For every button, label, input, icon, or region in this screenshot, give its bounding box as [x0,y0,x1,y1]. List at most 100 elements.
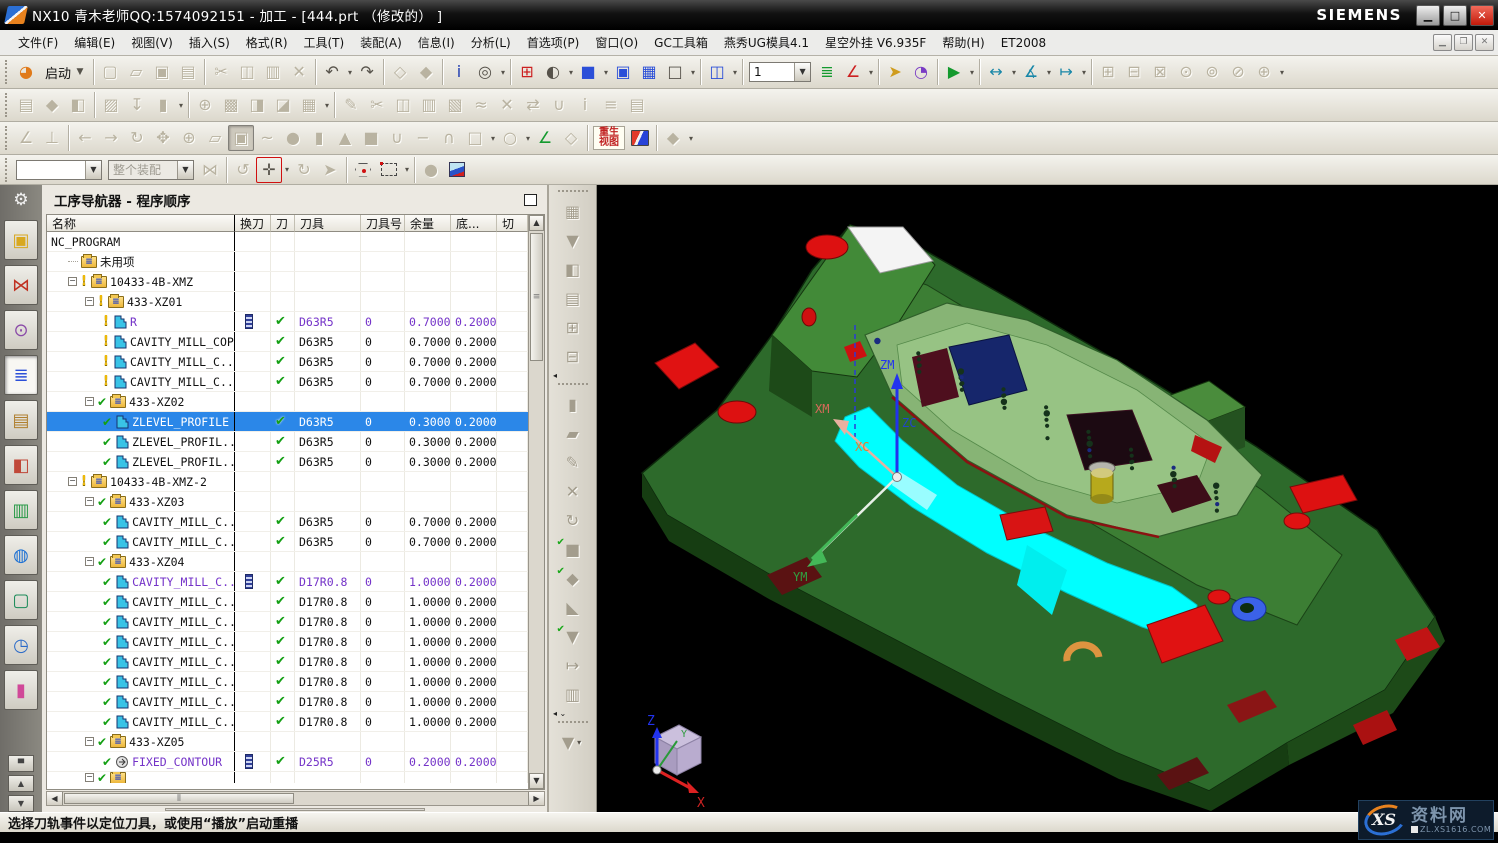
confirm-cut-icon[interactable]: ▼✔ [554,622,592,651]
process-studio-icon[interactable]: ◧ [4,445,38,485]
cut-area-icon[interactable]: ◣ [554,593,592,622]
table-row[interactable]: NC_PROGRAM [47,232,528,252]
pan-view-icon[interactable]: ✥ [150,125,176,151]
close-button[interactable]: ✕ [1470,5,1494,26]
fit-view-icon[interactable]: ⊞ [514,59,540,85]
toolbar-grip[interactable] [5,93,9,117]
hscroll-thumb[interactable]: ⦀ [64,793,294,804]
vertical-scrollbar[interactable]: ▲ ≡ ▼ [528,215,544,789]
cut-object-icon[interactable]: ✂ [364,92,390,118]
object-properties-icon[interactable]: ▤ [624,92,650,118]
work-cube-icon-dropdown[interactable]: ▾ [687,134,695,143]
table-row[interactable]: ✔FIXED_CONTOUR ✔ D25R5 0 0.2000 0.2000 [47,752,528,772]
measure-angle-icon[interactable]: ∡ [1018,59,1044,85]
mill-rough-icon[interactable]: ▨ [98,92,124,118]
table-row[interactable]: !R ✔ D63R5 0 0.7000 0.2000 [47,312,528,332]
table-row[interactable]: −!≡10433-4B-XMZ [47,272,528,292]
zoom-view-icon[interactable]: ⊕ [176,125,202,151]
table-row[interactable]: ✔CAVITY_MILL_C... ✔ D17R0.8 0 1.0000 0.2… [47,612,528,632]
table-row[interactable]: ✔CAVITY_MILL_C... ✔ D17R0.8 0 1.0000 0.2… [47,592,528,612]
paste-object-icon[interactable]: ▥ [416,92,442,118]
resize-face-icon[interactable]: ⊙ [1173,59,1199,85]
combo-dropdown-icon[interactable]: ▼ [177,161,193,179]
operation-wizard-icon[interactable]: ▩ [218,92,244,118]
forward-icon[interactable]: → [98,125,124,151]
copy-icon[interactable]: ◫ [234,59,260,85]
pull-face-icon[interactable]: ⊟ [1121,59,1147,85]
copy-object-icon[interactable]: ◫ [390,92,416,118]
post-process-icon[interactable]: ↦ [554,651,592,680]
operation-more-icon-dropdown[interactable]: ▾ [323,101,331,110]
paste-special-icon[interactable]: ▧ [442,92,468,118]
tool-cone-icon[interactable]: ▼▾ [554,728,592,757]
scroll-up-button[interactable]: ▲ [8,775,34,792]
expand-icon[interactable]: − [68,477,77,486]
machine-tool-view-icon[interactable]: ▼ [554,226,592,255]
assembly-navigator-icon[interactable]: ▣ [4,220,38,260]
replay-toolpath-icon[interactable]: ↻ [554,506,592,535]
cone-icon[interactable]: ▲ [332,125,358,151]
table-row[interactable]: −✔≡433-XZ02 [47,392,528,412]
menu-v6935f[interactable]: 星空外挂 V6.935F [817,33,934,53]
shop-docs-icon[interactable]: ▥ [554,680,592,709]
selection-filter-icon[interactable] [350,157,376,183]
undo-icon[interactable]: ↶ [319,59,345,85]
redo-icon[interactable]: ↷ [354,59,380,85]
create-operation-icon[interactable]: ⊕ [192,92,218,118]
table-row[interactable]: !CAVITY_MILL_COPY ✔ D63R5 0 0.7000 0.200… [47,332,528,352]
new-file-icon[interactable]: ▢ [97,59,123,85]
find-icon[interactable]: ◎ [472,59,498,85]
view-orient-icon[interactable]: ◇ [558,125,584,151]
column-header-0[interactable]: 名称 [47,215,235,232]
verify-toolpath-icon[interactable]: ■✔ [554,535,592,564]
assembly-constraints-icon[interactable]: ⋈ [197,157,223,183]
snap-rotate-icon[interactable]: ↻ [291,157,317,183]
table-row[interactable]: ✔CAVITY_MILL_C... ✔ D17R0.8 0 1.0000 0.2… [47,672,528,692]
object-info-icon[interactable]: i [572,92,598,118]
sphere-icon[interactable]: ● [280,125,306,151]
expand-icon[interactable]: − [85,497,94,506]
intersect-icon[interactable]: ∩ [436,125,462,151]
create-tool-icon[interactable]: ◆ [39,92,65,118]
rotate-view-icon[interactable]: ↻ [124,125,150,151]
scroll-right-arrow[interactable]: ▶ [528,792,544,805]
web-browser-icon[interactable]: ▢ [4,580,38,620]
table-row[interactable]: −!≡10433-4B-XMZ-2 [47,472,528,492]
toolbar-grip[interactable] [5,60,9,84]
expand-icon[interactable]: − [85,557,94,566]
shaded-ball-icon[interactable]: ● [418,157,444,183]
marquee-select-icon-dropdown[interactable]: ▾ [403,165,411,174]
move-component-icon[interactable]: ◆ [413,59,439,85]
rotate-object-icon[interactable]: ◇ [387,59,413,85]
geometry-view-icon[interactable]: ◧ [554,255,592,284]
toolpath-list-icon[interactable]: ≡ [598,92,624,118]
constraint-navigator-icon[interactable]: ⋈ [4,265,38,305]
table-row[interactable]: !CAVITY_MILL_C... ✔ D63R5 0 0.7000 0.200… [47,352,528,372]
column-header-1[interactable]: 换刀 [235,215,271,232]
menu-o[interactable]: 窗口(O) [587,33,646,53]
save-file-icon[interactable]: ▣ [149,59,175,85]
delete-icon[interactable]: ✕ [286,59,312,85]
expand-icon[interactable]: − [85,397,94,406]
layer-settings-icon[interactable]: ≣ [814,59,840,85]
toolbar-grip[interactable] [5,158,9,182]
mdi-minimize-button[interactable]: ▁ [1433,34,1452,51]
back-icon[interactable]: ← [72,125,98,151]
mill-base-icon[interactable]: ▮ [150,92,176,118]
background-swatch-icon-dropdown[interactable]: ▾ [689,68,697,77]
scroll-top-button[interactable]: ▀ [8,755,34,772]
column-header-6[interactable]: 底... [451,215,497,232]
transform-object-icon[interactable]: ⇄ [520,92,546,118]
block-icon[interactable]: ■ [358,125,384,151]
machine-tool-navigator-icon[interactable]: ▤ [4,400,38,440]
graphics-viewport[interactable]: ZM ZC XM XC YM Z X Y [597,185,1498,812]
column-header-4[interactable]: 刀具号 [361,215,405,232]
part-library-icon[interactable]: ▥ [4,490,38,530]
create-program-icon[interactable]: ▤ [13,92,39,118]
wcs-dynamics-icon[interactable]: ∠ [13,125,39,151]
measure-distance-icon-dropdown[interactable]: ▾ [1010,68,1018,77]
table-row[interactable]: ✔ZLEVEL_PROFIL... ✔ D63R5 0 0.3000 0.200… [47,452,528,472]
playback-icon-dropdown[interactable]: ▾ [968,68,976,77]
menu-t[interactable]: 工具(T) [296,33,353,53]
menu-e[interactable]: 编辑(E) [66,33,123,53]
